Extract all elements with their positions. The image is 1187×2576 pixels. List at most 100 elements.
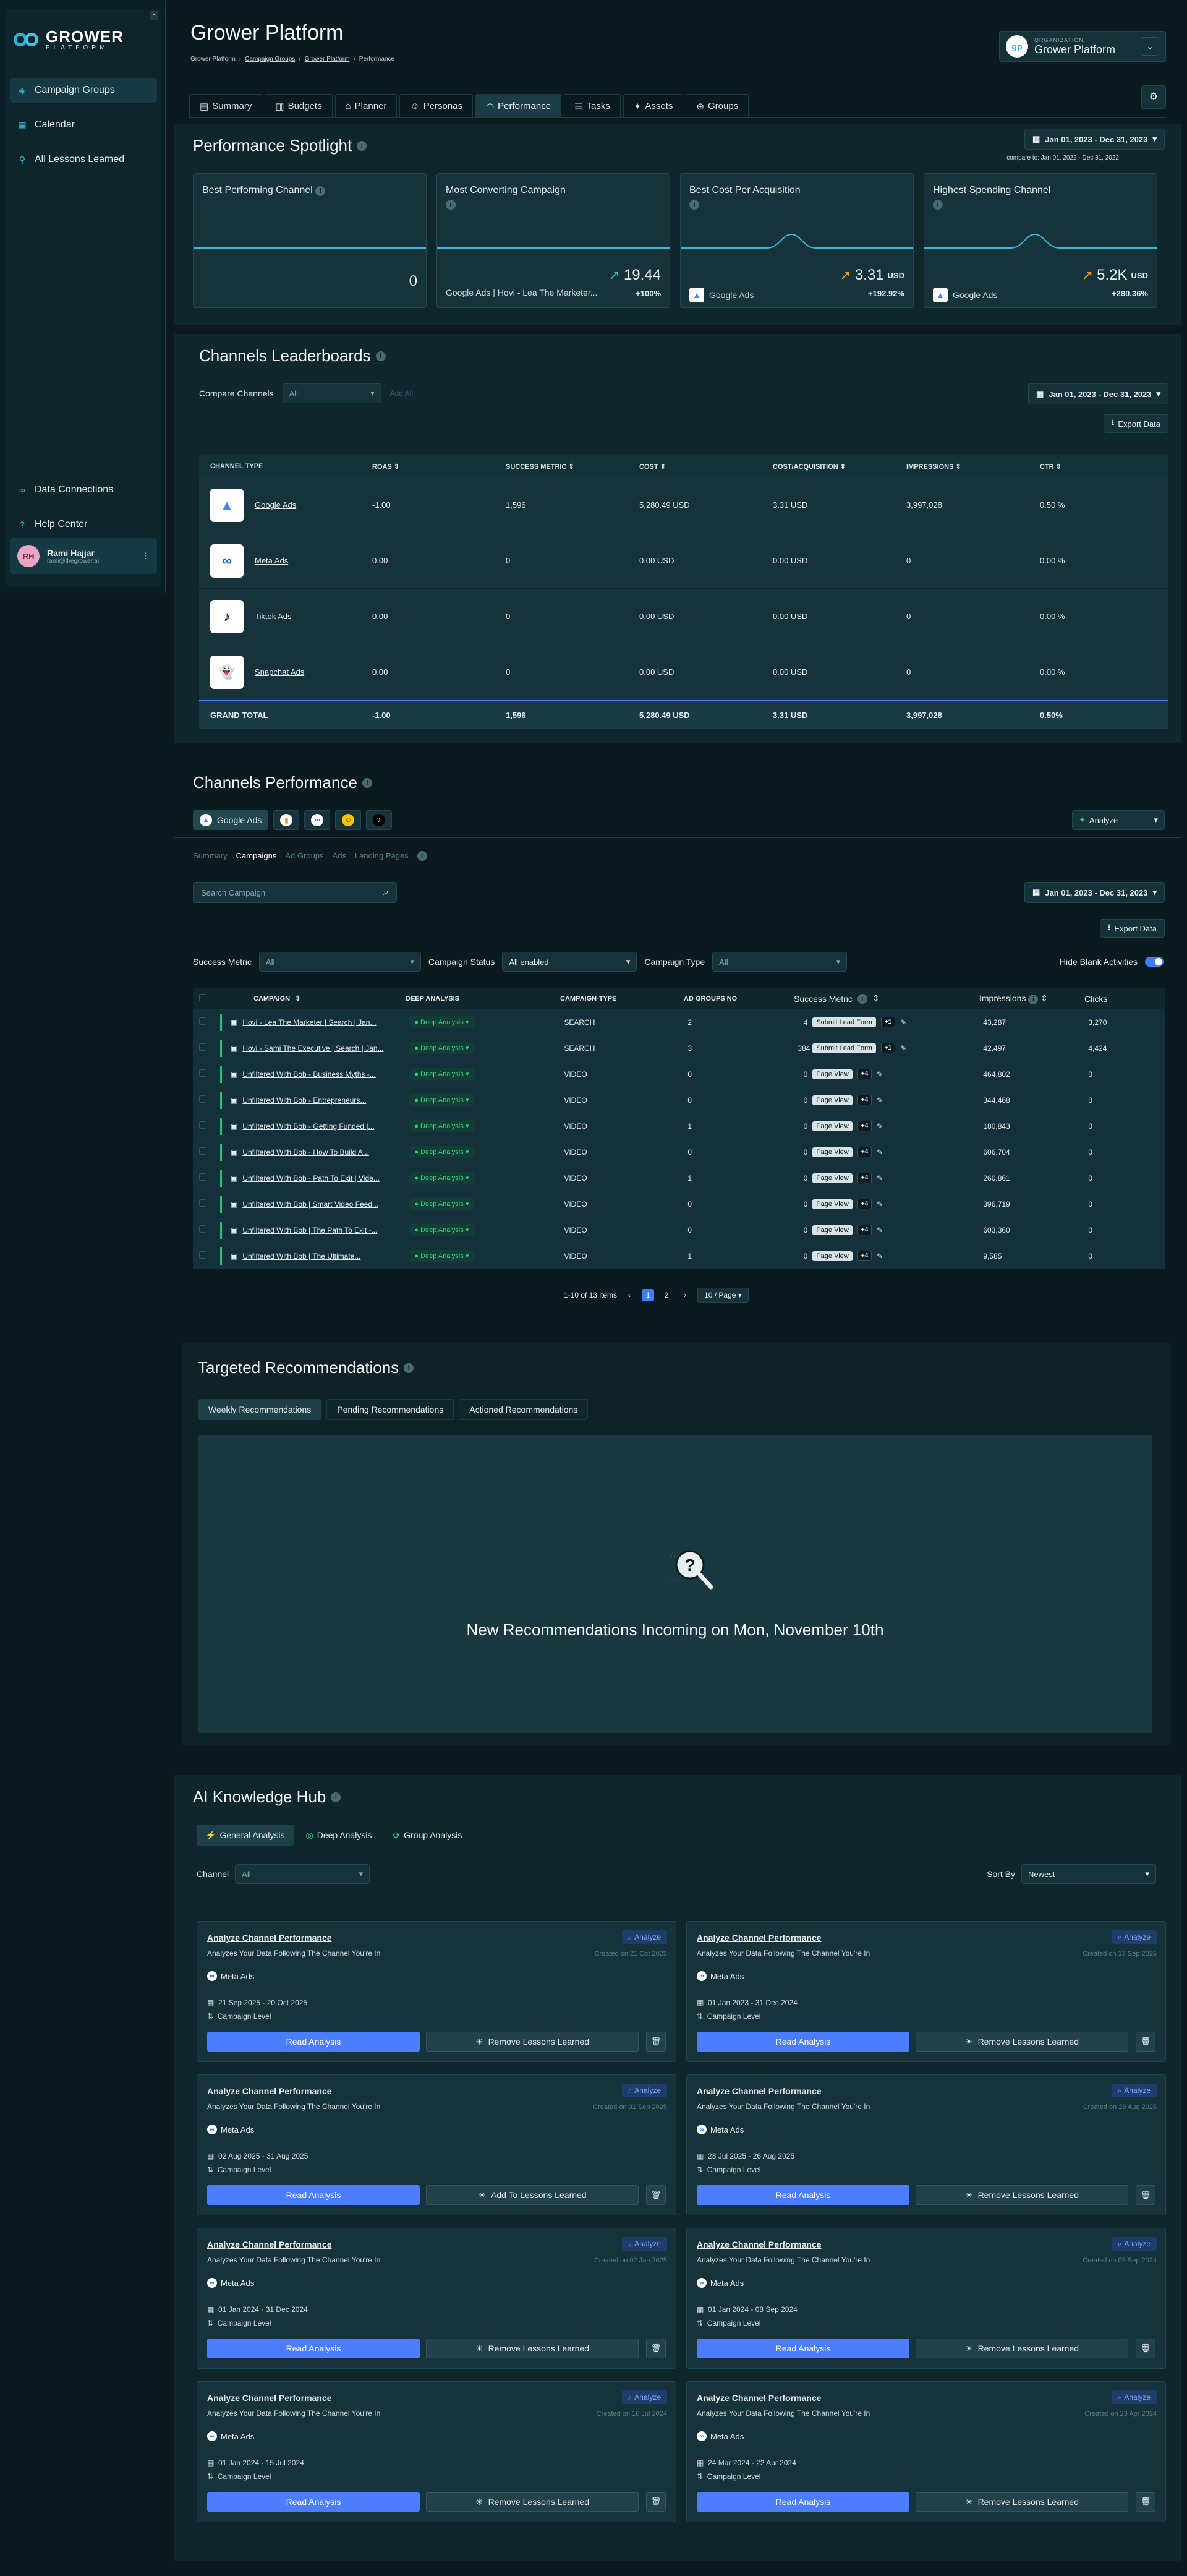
card-title[interactable]: Analyze Channel Performance	[697, 1933, 822, 1943]
subtab-summary[interactable]: Summary	[193, 851, 228, 861]
read-analysis-button[interactable]: Read Analysis	[207, 2032, 420, 2052]
col-header[interactable]: Success Metric i ⇕	[794, 993, 979, 1004]
tab-budgets[interactable]: ▥ Budgets	[265, 94, 333, 118]
col-header[interactable]: COST/ACQUISITION ⇕	[762, 463, 895, 471]
channel-name[interactable]: Meta Ads	[255, 556, 288, 565]
tab-planner[interactable]: ⌂ Planner	[334, 94, 398, 118]
edit-icon[interactable]: ✎	[900, 1018, 906, 1027]
col-header[interactable]: SUCCESS METRIC ⇕	[495, 463, 628, 471]
info-icon[interactable]: i	[857, 993, 867, 1004]
deep-analysis-button[interactable]: ● Deep Analysis ▾	[409, 1120, 474, 1132]
more-metrics-badge[interactable]: +4	[857, 1225, 872, 1235]
more-metrics-badge[interactable]: +4	[857, 1251, 872, 1261]
spotlight-date-picker[interactable]: ▦ Jan 01, 2023 - Dec 31, 2023 ▾	[1024, 129, 1165, 150]
col-header[interactable]: CHANNEL TYPE	[199, 463, 361, 470]
deep-analysis-button[interactable]: ● Deep Analysis ▾	[409, 1198, 474, 1210]
info-icon[interactable]: i	[375, 351, 386, 361]
read-analysis-button[interactable]: Read Analysis	[697, 2492, 909, 2512]
tab-group-analysis[interactable]: ⟳ Group Analysis	[384, 1825, 470, 1846]
tab-assets[interactable]: ✦ Assets	[623, 94, 684, 118]
subtab-landing-pages[interactable]: Landing Pages	[355, 851, 409, 861]
more-metrics-badge[interactable]: +4	[857, 1173, 872, 1183]
card-title[interactable]: Analyze Channel Performance	[207, 2393, 332, 2403]
logo[interactable]: GROWER PLATFORM	[14, 28, 124, 51]
analyze-badge[interactable]: ⌕ Analyze	[1111, 2390, 1157, 2404]
campaign-name[interactable]: Unfiltered With Bob | The Ultimate...	[242, 1252, 409, 1260]
compare-select[interactable]: All ▾	[282, 383, 381, 403]
info-icon[interactable]: i	[1028, 994, 1039, 1004]
row-checkbox[interactable]	[193, 1069, 220, 1079]
card-title[interactable]: Analyze Channel Performance	[207, 2086, 332, 2096]
col-header[interactable]: Impressions i ⇕	[979, 993, 1084, 1004]
campaign-name[interactable]: Unfiltered With Bob - Business Myths -..…	[242, 1070, 409, 1079]
col-header[interactable]: IMPRESSIONS ⇕	[895, 463, 1029, 471]
row-checkbox[interactable]	[193, 1147, 220, 1157]
next-page-icon[interactable]: ›	[679, 1289, 691, 1301]
col-header[interactable]: Clicks	[1084, 994, 1165, 1004]
delete-button[interactable]: 🗑	[646, 2492, 666, 2512]
channel-name[interactable]: Google Ads	[255, 500, 296, 510]
card-title[interactable]: Analyze Channel Performance	[697, 2393, 822, 2403]
subtab-ad-groups[interactable]: Ad Groups	[285, 851, 323, 861]
campaign-name[interactable]: Unfiltered With Bob - Path To Exit | Vid…	[242, 1174, 409, 1183]
campaign-status-select[interactable]: All enabled ▾	[502, 952, 637, 972]
card-title[interactable]: Analyze Channel Performance	[207, 2240, 332, 2249]
more-metrics-badge[interactable]: +4	[857, 1147, 872, 1157]
channel-tab-tiktok[interactable]: ♪	[366, 810, 393, 830]
tab-groups[interactable]: ⊕ Groups	[686, 94, 749, 118]
card-title[interactable]: Analyze Channel Performance	[697, 2240, 822, 2249]
edit-icon[interactable]: ✎	[877, 1070, 883, 1079]
edit-icon[interactable]: ✎	[877, 1122, 883, 1131]
edit-icon[interactable]: ✎	[900, 1044, 906, 1053]
info-icon[interactable]: i	[315, 186, 326, 196]
tab-summary[interactable]: ▤ Summary	[189, 94, 263, 118]
chevron-down-icon[interactable]: ⌄	[1141, 37, 1159, 56]
subtab-campaigns[interactable]: Campaigns	[236, 851, 277, 861]
row-checkbox[interactable]	[193, 1017, 220, 1027]
lessons-learned-button[interactable]: ☀ Remove Lessons Learned	[916, 2339, 1128, 2358]
export-data-button[interactable]: ⭳ Export Data	[1099, 919, 1165, 938]
page-1[interactable]: 1	[642, 1289, 655, 1301]
campaign-name[interactable]: Hovi - Sami The Executive | Search | Jan…	[242, 1044, 409, 1053]
deep-analysis-button[interactable]: ● Deep Analysis ▾	[409, 1042, 474, 1054]
info-icon[interactable]: i	[357, 140, 367, 151]
tab-actioned[interactable]: Actioned Recommendations	[459, 1399, 589, 1420]
analyze-badge[interactable]: ⌕ Analyze	[621, 2084, 667, 2097]
more-metrics-badge[interactable]: +4	[857, 1069, 872, 1079]
success-metric-select[interactable]: All ▾	[258, 952, 421, 972]
info-icon[interactable]: i	[362, 777, 372, 788]
lessons-learned-button[interactable]: ☀ Remove Lessons Learned	[916, 2185, 1128, 2205]
read-analysis-button[interactable]: Read Analysis	[697, 2339, 909, 2358]
lessons-learned-button[interactable]: ☀ Remove Lessons Learned	[426, 2032, 639, 2052]
row-checkbox[interactable]	[193, 1173, 220, 1183]
deep-analysis-button[interactable]: ● Deep Analysis ▾	[409, 1224, 474, 1236]
card-title[interactable]: Analyze Channel Performance	[207, 1933, 332, 1943]
campaign-name[interactable]: Unfiltered With Bob - How To Build A...	[242, 1148, 409, 1157]
more-metrics-badge[interactable]: +1	[880, 1017, 896, 1027]
deep-analysis-button[interactable]: ● Deep Analysis ▾	[409, 1172, 474, 1184]
search-icon[interactable]: ⌕	[383, 887, 389, 898]
breadcrumb-item[interactable]: Grower Platform	[305, 56, 350, 62]
row-checkbox[interactable]	[193, 1251, 220, 1260]
breadcrumb-item[interactable]: Campaign Groups	[245, 56, 295, 62]
analyze-badge[interactable]: ⌕ Analyze	[1111, 2237, 1157, 2251]
sidebar-item-calendar[interactable]: ▦ Calendar	[10, 113, 157, 137]
delete-button[interactable]: 🗑	[1136, 2032, 1155, 2052]
read-analysis-button[interactable]: Read Analysis	[207, 2185, 420, 2205]
delete-button[interactable]: 🗑	[646, 2185, 666, 2205]
info-icon[interactable]: i	[689, 200, 699, 210]
more-icon[interactable]: ⋮	[142, 551, 150, 561]
more-metrics-badge[interactable]: +4	[857, 1121, 872, 1131]
tab-performance[interactable]: ◠ Performance	[475, 94, 562, 118]
deep-analysis-button[interactable]: ● Deep Analysis ▾	[409, 1016, 474, 1028]
more-metrics-badge[interactable]: +4	[857, 1095, 872, 1105]
info-icon[interactable]: i	[446, 200, 456, 210]
analyze-button[interactable]: ✦ Analyze ▾	[1072, 810, 1165, 830]
channel-select[interactable]: All ▾	[235, 1864, 370, 1884]
card-title[interactable]: Analyze Channel Performance	[697, 2086, 822, 2096]
tab-personas[interactable]: ☺ Personas	[399, 94, 474, 118]
delete-button[interactable]: 🗑	[1136, 2339, 1155, 2358]
deep-analysis-button[interactable]: ● Deep Analysis ▾	[409, 1250, 474, 1262]
tab-deep-analysis[interactable]: ◎ Deep Analysis	[297, 1825, 381, 1846]
sidebar-item-campaign-groups[interactable]: ◈ Campaign Groups	[10, 78, 157, 103]
